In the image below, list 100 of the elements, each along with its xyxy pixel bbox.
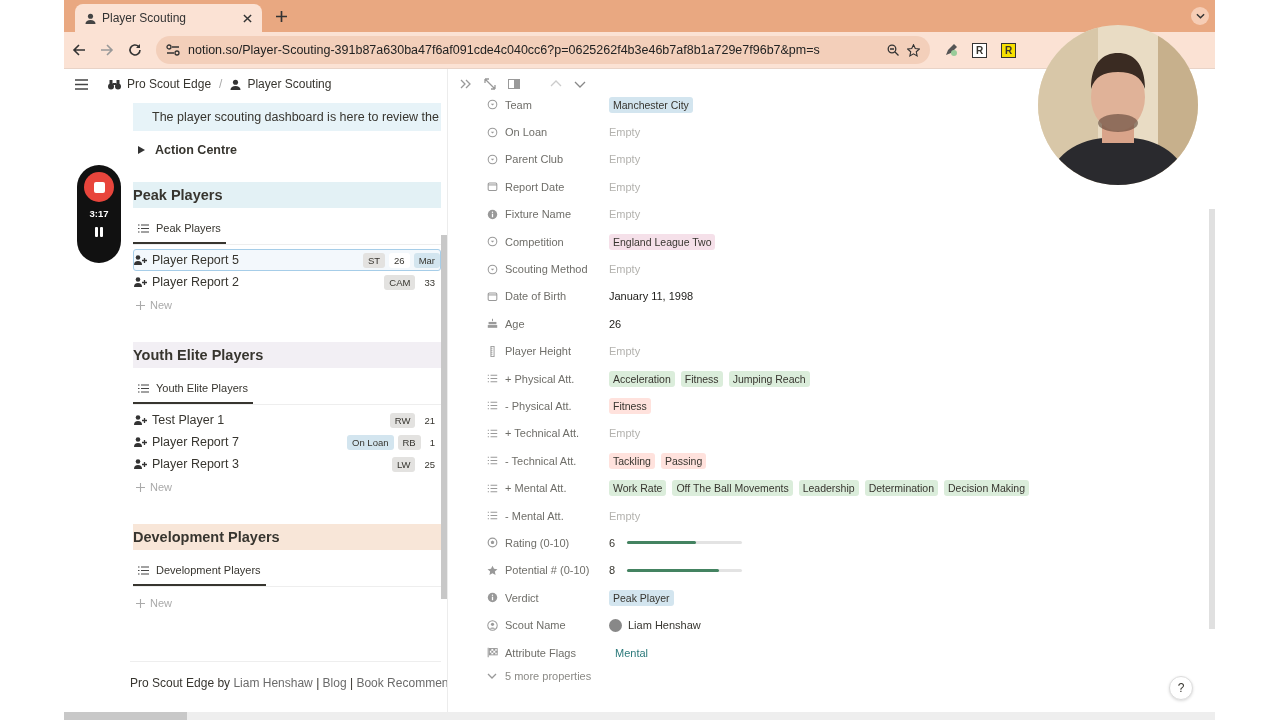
property-tag: Acceleration	[609, 370, 675, 387]
info-icon	[487, 208, 498, 220]
cake-icon	[487, 318, 498, 330]
reload-icon[interactable]	[128, 43, 142, 57]
property-value: Empty	[609, 126, 641, 139]
property-tag: England League Two	[609, 233, 716, 250]
back-icon[interactable]	[72, 43, 86, 57]
site-settings-icon[interactable]	[166, 44, 180, 56]
person-name: Liam Henshaw	[628, 619, 701, 632]
new-tab-icon[interactable]	[276, 10, 287, 22]
list-icon	[138, 383, 149, 393]
property-label: Scouting Method	[505, 263, 588, 276]
footer-link[interactable]: Liam Henshaw	[233, 676, 313, 690]
database-row[interactable]: Player Report 7 On Loan RB 1	[133, 431, 441, 453]
property-tag: Determination	[864, 480, 938, 497]
extension-icon[interactable]: R	[1001, 42, 1016, 58]
select-icon	[487, 126, 498, 138]
row-title: Test Player 1	[152, 413, 226, 427]
person-add-icon	[134, 437, 148, 447]
person-icon	[230, 78, 242, 90]
property-label: Competition	[505, 235, 564, 248]
plus-icon	[136, 300, 145, 310]
property-label: + Mental Att.	[505, 482, 567, 495]
property-tag: Passing	[660, 452, 707, 469]
close-icon[interactable]	[243, 13, 252, 23]
property-value: Empty	[609, 345, 641, 358]
avatar-icon	[609, 618, 622, 632]
menu-icon[interactable]	[75, 78, 88, 90]
property-label: Potential # (0-10)	[505, 564, 590, 577]
person-icon	[487, 619, 498, 631]
property-tag: Peak Player	[609, 589, 674, 606]
database-row[interactable]: Player Report 3 LW 25	[133, 453, 441, 475]
property-label: Attribute Flags	[505, 646, 576, 659]
property-value: Empty	[609, 180, 641, 193]
row-property: RB	[397, 434, 421, 450]
flag-icon	[487, 647, 498, 658]
tab-search-button[interactable]	[1191, 7, 1209, 25]
expand-icon[interactable]	[484, 78, 496, 90]
property-value: 26	[609, 317, 622, 330]
database-row[interactable]: Player Report 5 ST 26 Mar	[133, 249, 441, 271]
property-value: Empty	[609, 263, 641, 276]
bookmark-star-icon[interactable]	[907, 43, 920, 57]
property-tag: Work Rate	[609, 480, 667, 497]
ball-icon	[487, 537, 498, 549]
list-icon	[487, 482, 498, 494]
footer-link[interactable]: Book Recommen	[356, 676, 447, 690]
close-peek-icon[interactable]	[460, 78, 472, 90]
binoculars-icon	[108, 78, 121, 90]
extension-icon[interactable]: R	[972, 42, 987, 58]
panel-icon[interactable]	[508, 78, 520, 90]
plus-icon	[136, 482, 145, 492]
star-icon	[487, 564, 498, 576]
footer-link[interactable]: Blog	[322, 676, 347, 690]
property-tag: Jumping Reach	[728, 370, 810, 387]
property-label: Rating (0-10)	[505, 536, 570, 549]
scrollbar-thumb[interactable]	[1209, 209, 1215, 629]
breadcrumb-link[interactable]: Pro Scout Edge	[127, 77, 212, 91]
list-icon	[487, 400, 498, 412]
scrollbar-thumb[interactable]	[441, 235, 447, 599]
pause-icon[interactable]	[93, 226, 105, 238]
property-label: Scout Name	[505, 619, 566, 632]
view-tab[interactable]: Peak Players	[133, 208, 226, 244]
property-label: Age	[505, 317, 525, 330]
row-property: Mar	[413, 252, 440, 268]
browser-tab[interactable]: Player Scouting	[75, 4, 262, 32]
row-title: Player Report 5	[152, 253, 240, 267]
footer-separator: |	[349, 676, 354, 690]
database-row[interactable]: Player Report 2 CAM 33	[133, 271, 441, 293]
plus-icon	[136, 598, 145, 608]
view-tab[interactable]: Youth Elite Players	[133, 368, 253, 404]
select-icon	[487, 236, 498, 248]
row-property: CAM	[384, 274, 416, 290]
section-heading: Peak Players	[133, 182, 441, 208]
help-button[interactable]: ?	[1169, 676, 1193, 700]
recording-time: 3:17	[89, 208, 109, 219]
breadcrumb-link[interactable]: Player Scouting	[247, 77, 332, 91]
list-icon	[138, 223, 149, 233]
scrollbar-thumb[interactable]	[64, 712, 187, 720]
address-bar[interactable]: notion.so/Player-Scouting-391b87a630ba47f6af091cde4c040cc6?p=0625262f4b3e46b7af8b1a729e7f96b7&pm=s	[156, 36, 930, 64]
select-icon	[487, 263, 498, 275]
info-icon	[487, 592, 498, 604]
property-tag: Fitness	[680, 370, 723, 387]
view-tab[interactable]: Development Players	[133, 550, 266, 586]
row-property: 26	[389, 252, 410, 268]
property-tag: Tackling	[609, 452, 655, 469]
stop-recording-button[interactable]	[84, 172, 114, 202]
toggle-heading[interactable]: Action Centre	[138, 143, 441, 157]
property-value: 8	[609, 564, 617, 577]
select-icon	[487, 99, 498, 111]
property-label: Fixture Name	[505, 208, 572, 221]
row-title: Player Report 3	[152, 457, 240, 471]
zoom-icon[interactable]	[887, 44, 899, 56]
property-tag: Manchester City	[609, 96, 693, 113]
property-value: 6	[609, 536, 617, 549]
list-icon	[138, 565, 149, 575]
database-row[interactable]: Test Player 1 RW 21	[133, 409, 441, 431]
pen-icon[interactable]	[944, 43, 958, 57]
footer-separator: |	[316, 676, 320, 690]
property-label: Player Height	[505, 345, 572, 358]
property-tag: Off The Ball Movements	[672, 480, 793, 497]
